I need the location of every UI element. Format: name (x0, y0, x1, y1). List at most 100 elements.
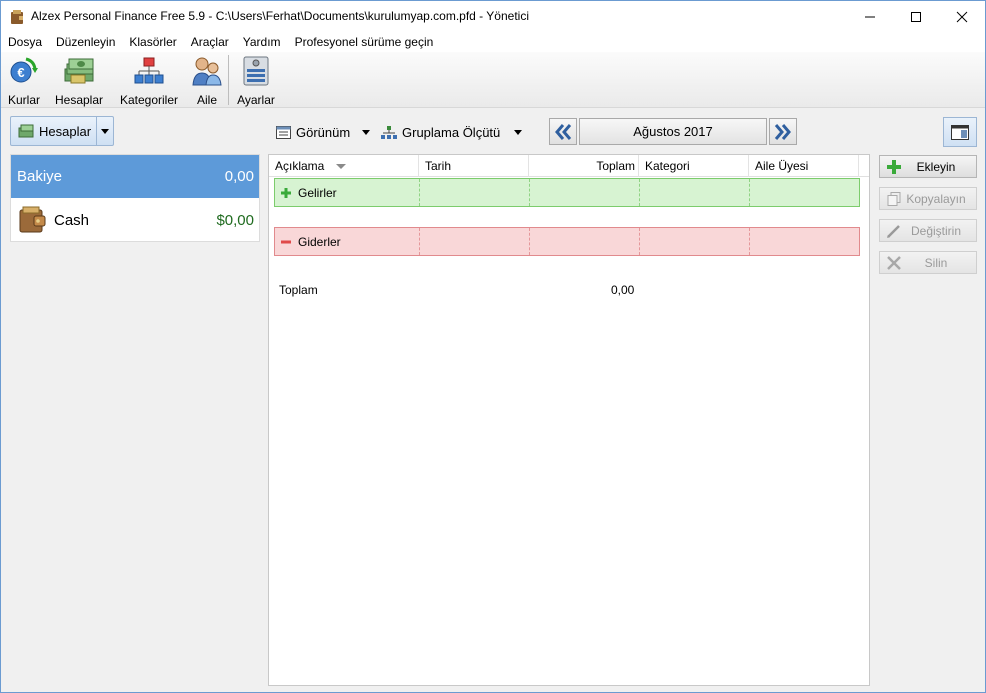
view-list-icon (276, 125, 291, 139)
accounts-dropdown-button[interactable]: Hesaplar (10, 116, 114, 146)
close-button[interactable] (939, 1, 985, 32)
hesaplar-toolbar-button[interactable]: Hesaplar (53, 55, 105, 107)
chevron-down-icon (101, 128, 110, 134)
column-divider (749, 228, 750, 255)
transactions-grid: Açıklama Tarih Toplam Kategori Aile Üyes… (268, 154, 870, 686)
panel-layout-icon (951, 124, 969, 140)
double-chevron-left-icon (555, 123, 572, 140)
expense-group-label: Giderler (298, 234, 341, 249)
account-row-cash[interactable]: Cash $0,00 (11, 199, 259, 242)
account-value: 0,00 (224, 168, 254, 185)
view-label: Görünüm (296, 124, 351, 140)
menu-bar: Dosya Düzenleyin Klasörler Araçlar Yardı… (1, 32, 985, 52)
ayarlar-button[interactable]: Ayarlar (234, 55, 278, 107)
menu-dosya[interactable]: Dosya (1, 32, 49, 52)
accounts-button-main[interactable]: Hesaplar (11, 117, 98, 145)
account-name: Cash (54, 212, 90, 229)
grouping-label: Gruplama Ölçütü (402, 124, 501, 140)
kategoriler-button[interactable]: Kategoriler (116, 55, 182, 107)
month-label: Ağustos 2017 (633, 124, 713, 139)
kategoriler-label: Kategoriler (119, 93, 179, 107)
maximize-button[interactable] (893, 1, 939, 32)
column-header-family-member[interactable]: Aile Üyesi (749, 155, 859, 177)
chevron-down-icon (514, 129, 523, 135)
income-group-row[interactable]: Gelirler (274, 178, 860, 207)
toolbar-separator (228, 55, 229, 105)
column-header-total[interactable]: Toplam (529, 155, 639, 177)
copy-button[interactable]: Kopyalayın (879, 187, 977, 210)
account-name: Bakiye (17, 168, 63, 185)
close-icon (956, 11, 968, 22)
kurlar-label: Kurlar (7, 93, 40, 107)
currency-exchange-icon: € (10, 57, 38, 83)
minimize-icon (865, 16, 875, 17)
settings-sliders-icon (243, 56, 269, 86)
maximize-icon (911, 11, 921, 22)
add-button[interactable]: Ekleyin (879, 155, 977, 178)
minimize-button[interactable] (847, 1, 893, 32)
svg-text:€: € (17, 65, 24, 80)
window-title: Alzex Personal Finance Free 5.9 - C:\Use… (31, 9, 529, 23)
pencil-icon (887, 224, 900, 238)
menu-upgrade[interactable]: Profesyonel sürüme geçin (288, 32, 441, 52)
copy-button-label: Kopyalayın (906, 191, 966, 206)
minus-icon (281, 240, 291, 243)
edit-button[interactable]: Değiştirin (879, 219, 977, 242)
column-divider (639, 179, 640, 206)
column-divider (419, 179, 420, 206)
chevron-down-icon (362, 129, 371, 135)
account-value: $0,00 (216, 212, 254, 229)
next-month-button[interactable] (769, 118, 797, 145)
aile-label: Aile (196, 93, 217, 107)
copy-icon (887, 191, 901, 206)
aile-button[interactable]: Aile (190, 55, 224, 107)
plus-icon (281, 187, 291, 198)
account-row-balance[interactable]: Bakiye 0,00 (11, 155, 259, 198)
accounts-list: Bakiye 0,00 Cash $0,00 (10, 154, 260, 242)
column-divider (529, 228, 530, 255)
grouping-dropdown[interactable]: Gruplama Ölçütü (381, 121, 523, 143)
column-divider (419, 228, 420, 255)
edit-button-label: Değiştirin (910, 223, 961, 238)
delete-button[interactable]: Silin (879, 251, 977, 274)
title-bar[interactable]: Alzex Personal Finance Free 5.9 - C:\Use… (1, 1, 985, 32)
column-divider (639, 228, 640, 255)
double-chevron-right-icon (774, 123, 791, 140)
ayarlar-label: Ayarlar (237, 93, 275, 107)
hesaplar-toolbar-label: Hesaplar (54, 93, 104, 107)
sort-descending-icon (336, 164, 347, 170)
wallet-icon (19, 206, 46, 233)
category-tree-icon (134, 57, 164, 84)
menu-duzenleyin[interactable]: Düzenleyin (49, 32, 122, 52)
column-header-date[interactable]: Tarih (419, 155, 529, 177)
expense-group-row[interactable]: Giderler (274, 227, 860, 256)
previous-month-button[interactable] (549, 118, 577, 145)
column-header-description[interactable]: Açıklama (269, 155, 419, 177)
column-divider (749, 179, 750, 206)
money-stack-icon (64, 58, 94, 84)
grouping-tree-icon (381, 125, 397, 139)
current-month-display[interactable]: Ağustos 2017 (579, 118, 767, 145)
app-window: Alzex Personal Finance Free 5.9 - C:\Use… (0, 0, 986, 693)
grid-header: Açıklama Tarih Toplam Kategori Aile Üyes… (269, 155, 869, 177)
menu-yardim[interactable]: Yardım (236, 32, 288, 52)
grid-total-value: 0,00 (611, 283, 635, 297)
add-button-label: Ekleyin (916, 159, 956, 174)
menu-araclar[interactable]: Araçlar (184, 32, 236, 52)
plus-icon (887, 159, 901, 174)
accounts-dropdown-arrow[interactable] (97, 117, 113, 145)
app-wallet-icon (11, 10, 23, 24)
toggle-details-panel-button[interactable] (943, 117, 977, 147)
accounts-button-label: Hesaplar (39, 123, 92, 139)
view-dropdown[interactable]: Görünüm (276, 121, 371, 143)
accounts-icon (18, 124, 34, 138)
main-toolbar: € Kurlar Hesaplar Kategoriler Aile Ayarl… (1, 52, 985, 108)
menu-klasorler[interactable]: Klasörler (122, 32, 183, 52)
delete-button-label: Silin (924, 255, 948, 270)
kurlar-button[interactable]: € Kurlar (5, 55, 43, 107)
column-header-category[interactable]: Kategori (639, 155, 749, 177)
delete-x-icon (887, 255, 901, 270)
family-users-icon (192, 57, 222, 86)
income-group-label: Gelirler (298, 185, 337, 200)
column-divider (529, 179, 530, 206)
